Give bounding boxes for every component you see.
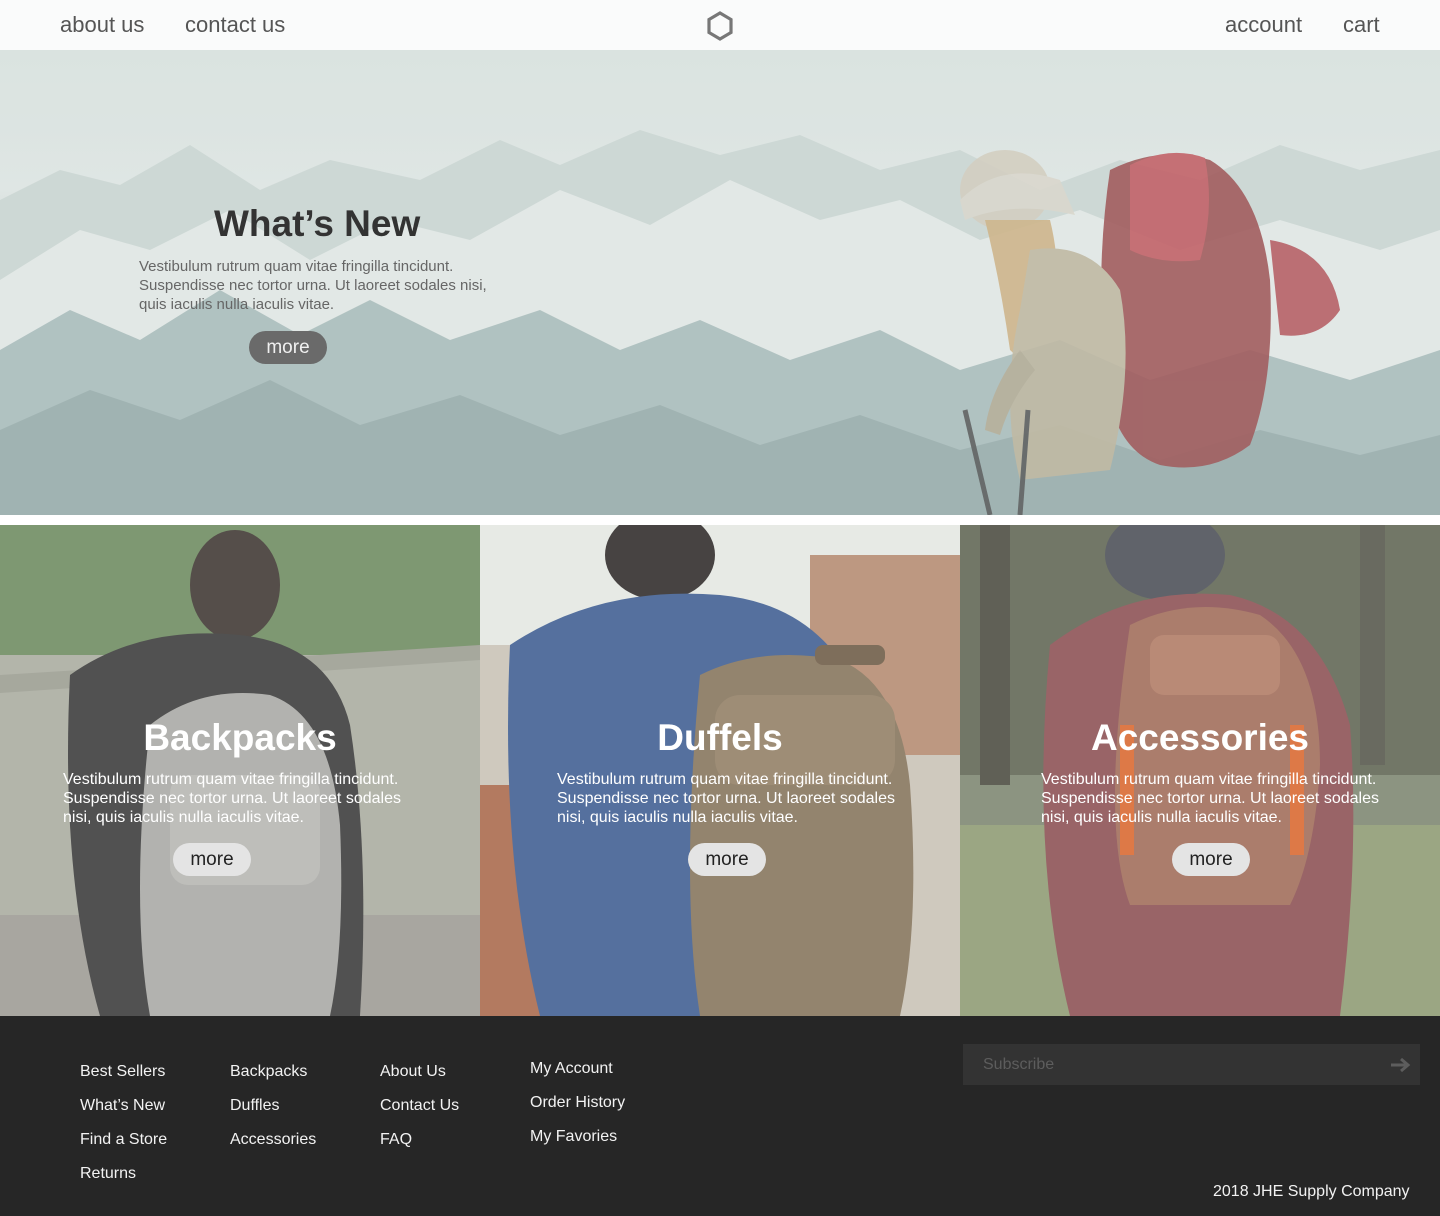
footer-column-company: About Us Contact Us FAQ bbox=[380, 1062, 459, 1164]
site-footer: Best Sellers What’s New Find a Store Ret… bbox=[0, 1016, 1440, 1216]
tile-text-duffels: Vestibulum rutrum quam vitae fringilla t… bbox=[557, 771, 895, 826]
footer-column-account: My Account Order History My Favories bbox=[530, 1059, 625, 1161]
footer-link-faq[interactable]: FAQ bbox=[380, 1130, 459, 1164]
subscribe-box bbox=[963, 1044, 1420, 1085]
duffels-more-button[interactable]: more bbox=[688, 843, 766, 876]
category-tile-accessories[interactable]: Accessories Vestibulum rutrum quam vitae… bbox=[960, 525, 1440, 1016]
backpacks-more-button[interactable]: more bbox=[173, 843, 251, 876]
footer-column-shop: Best Sellers What’s New Find a Store Ret… bbox=[80, 1062, 167, 1198]
nav-cart[interactable]: cart bbox=[1343, 12, 1380, 38]
footer-link-returns[interactable]: Returns bbox=[80, 1164, 167, 1198]
footer-link-backpacks[interactable]: Backpacks bbox=[230, 1062, 316, 1096]
nav-account[interactable]: account bbox=[1225, 12, 1302, 38]
hero-title: What’s New bbox=[214, 203, 421, 244]
footer-link-contact-us[interactable]: Contact Us bbox=[380, 1096, 459, 1130]
footer-link-my-account[interactable]: My Account bbox=[530, 1059, 625, 1093]
footer-column-products: Backpacks Duffles Accessories bbox=[230, 1062, 316, 1164]
tile-title-duffels: Duffels bbox=[657, 717, 783, 758]
footer-link-accessories[interactable]: Accessories bbox=[230, 1130, 316, 1164]
footer-link-best-sellers[interactable]: Best Sellers bbox=[80, 1062, 167, 1096]
footer-link-about-us[interactable]: About Us bbox=[380, 1062, 459, 1096]
hero-banner: What’s New Vestibulum rutrum quam vitae … bbox=[0, 50, 1440, 515]
footer-link-my-favorites[interactable]: My Favories bbox=[530, 1127, 625, 1161]
category-tile-duffels[interactable]: Duffels Vestibulum rutrum quam vitae fri… bbox=[480, 525, 960, 1016]
footer-link-whats-new[interactable]: What’s New bbox=[80, 1096, 167, 1130]
category-tile-backpacks[interactable]: Backpacks Vestibulum rutrum quam vitae f… bbox=[0, 525, 480, 1016]
top-nav: about us contact us account cart bbox=[0, 0, 1440, 50]
subscribe-input[interactable] bbox=[963, 1044, 1373, 1085]
nav-about-us[interactable]: about us bbox=[60, 12, 144, 38]
footer-link-find-a-store[interactable]: Find a Store bbox=[80, 1130, 167, 1164]
footer-link-order-history[interactable]: Order History bbox=[530, 1093, 625, 1127]
tile-text-accessories: Vestibulum rutrum quam vitae fringilla t… bbox=[1041, 771, 1379, 826]
accessories-more-button[interactable]: more bbox=[1172, 843, 1250, 876]
nav-contact-us[interactable]: contact us bbox=[185, 12, 285, 38]
tile-text-backpacks: Vestibulum rutrum quam vitae fringilla t… bbox=[63, 771, 401, 826]
hero-text: Vestibulum rutrum quam vitae fringilla t… bbox=[139, 258, 487, 313]
hero-more-button[interactable]: more bbox=[249, 331, 327, 364]
copyright-text: 2018 JHE Supply Company bbox=[1213, 1183, 1410, 1200]
arrow-right-icon[interactable] bbox=[1388, 1053, 1412, 1077]
tile-title-accessories: Accessories bbox=[1090, 717, 1310, 758]
tile-title-backpacks: Backpacks bbox=[143, 717, 337, 758]
hexagon-icon[interactable] bbox=[705, 10, 735, 42]
footer-link-duffles[interactable]: Duffles bbox=[230, 1096, 316, 1130]
